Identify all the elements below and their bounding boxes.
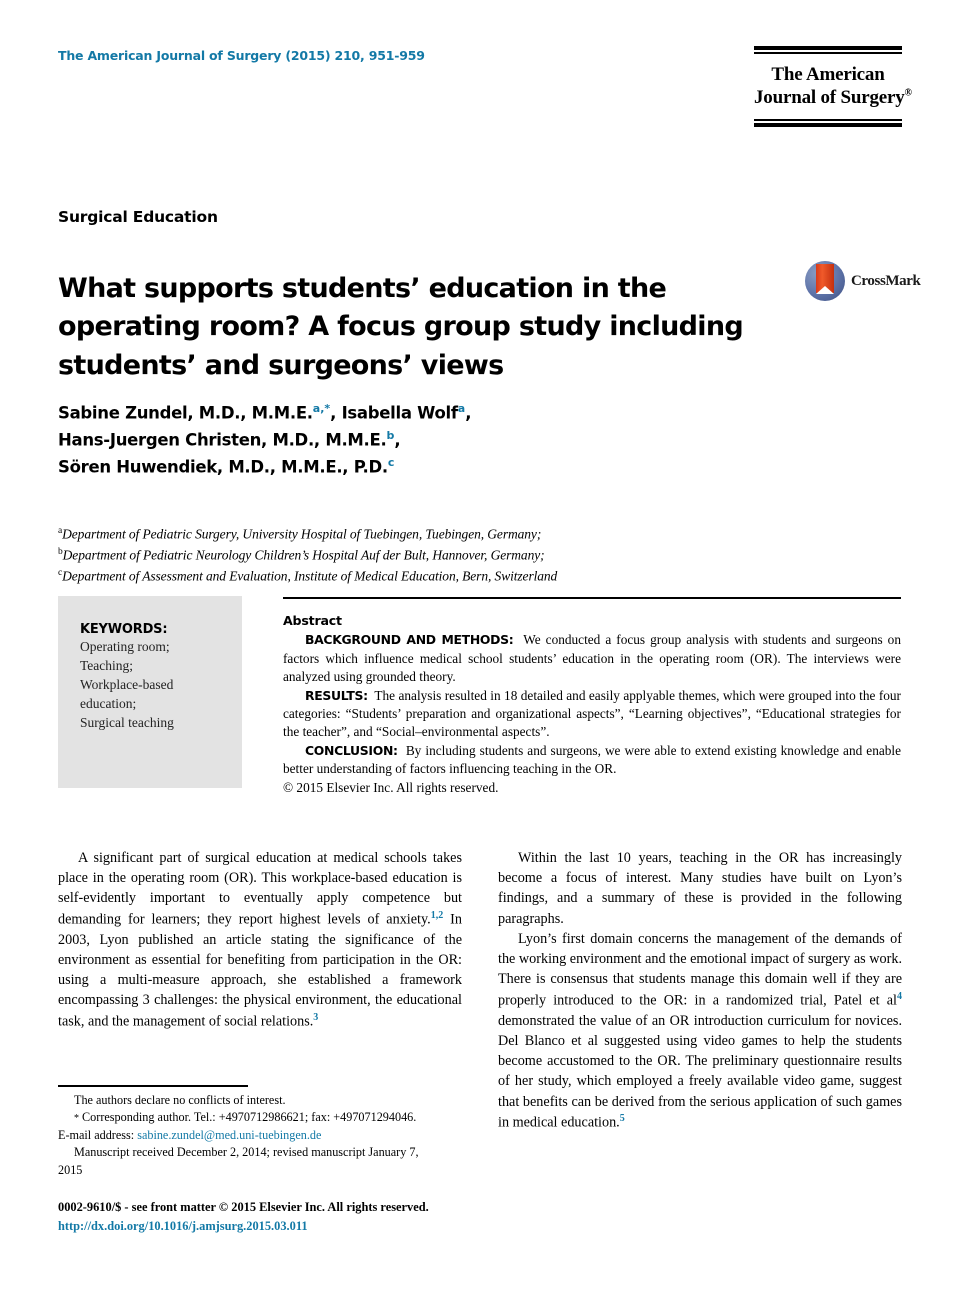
- crossmark-icon: [805, 261, 845, 301]
- author-line-3: Sören Huwendiek, M.D., M.M.E., P.D.c: [58, 454, 758, 481]
- author-sep-2: ,: [394, 430, 401, 450]
- footnotes: The authors declare no conflicts of inte…: [58, 1092, 462, 1179]
- abstract-top-rule: [283, 597, 901, 599]
- logo-title-line1: The American: [771, 64, 885, 85]
- author-affil-marker-a: a,: [312, 402, 325, 415]
- author-affil-marker-c: c: [387, 456, 395, 470]
- affiliation-item: bDepartment of Pediatric Neurology Child…: [58, 545, 778, 566]
- body-text: A significant part of surgical education…: [58, 850, 462, 928]
- logo-trademark: ®: [904, 87, 912, 99]
- logo-title: The American Journal of Surgery®: [754, 54, 912, 119]
- citation-ref[interactable]: 3: [313, 1012, 318, 1023]
- body-text: In 2003, Lyon published an article stati…: [58, 911, 462, 1030]
- keywords-heading: KEYWORDS:: [80, 622, 168, 637]
- email-link[interactable]: sabine.zundel@med.uni-tuebingen.de: [137, 1128, 321, 1142]
- author-name-3: Hans-Juergen Christen, M.D., M.M.E.: [58, 430, 387, 450]
- affiliation-item: aDepartment of Pediatric Surgery, Univer…: [58, 524, 778, 545]
- affiliation-text: Department of Assessment and Evaluation,…: [62, 568, 558, 584]
- affiliation-text: Department of Pediatric Neurology Childr…: [62, 547, 545, 563]
- abstract-copyright: © 2015 Elsevier Inc. All rights reserved…: [283, 779, 499, 795]
- keywords-list: Operating room; Teaching; Workplace-base…: [80, 639, 174, 730]
- footnote-manuscript-2: 2015: [58, 1162, 83, 1177]
- citation-ref[interactable]: 4: [897, 991, 902, 1002]
- crossmark-label: CrossMark: [851, 272, 921, 289]
- author-name-2: , Isabella Wolf: [330, 403, 458, 423]
- author-list: Sabine Zundel, M.D., M.M.E.a,*, Isabella…: [58, 400, 758, 482]
- journal-logo: The American Journal of Surgery®: [754, 46, 912, 128]
- abstract-background: BACKGROUND AND METHODS: We conducted a f…: [283, 631, 901, 686]
- email-label: E-mail address:: [58, 1127, 135, 1142]
- logo-rule-top: [754, 46, 902, 54]
- abstract-conclusion-label: CONCLUSION:: [305, 742, 398, 758]
- citation-ref[interactable]: 1,2: [431, 910, 444, 921]
- keywords-box: KEYWORDS: Operating room; Teaching; Work…: [58, 596, 242, 788]
- author-name-1: Sabine Zundel, M.D., M.M.E.: [58, 403, 313, 423]
- body-column-right: Within the last 10 years, teaching in th…: [498, 848, 902, 1133]
- citation-ref[interactable]: 5: [620, 1113, 625, 1124]
- footnote-rule: [58, 1085, 248, 1087]
- affiliation-item: cDepartment of Assessment and Evaluation…: [58, 566, 778, 587]
- affiliations: aDepartment of Pediatric Surgery, Univer…: [58, 524, 778, 587]
- footnote-manuscript: Manuscript received December 2, 2014; re…: [58, 1144, 462, 1161]
- body-paragraph: Within the last 10 years, teaching in th…: [498, 850, 902, 927]
- abstract-conclusion: CONCLUSION: By including students and su…: [283, 742, 901, 779]
- section-label: Surgical Education: [58, 208, 218, 226]
- author-line-2: Hans-Juergen Christen, M.D., M.M.E.b,: [58, 427, 758, 454]
- body-paragraph: Lyon’s first domain concerns the managem…: [498, 929, 902, 1133]
- abstract-results-label: RESULTS:: [305, 687, 368, 703]
- colophon: 0002-9610/$ - see front matter © 2015 El…: [58, 1198, 558, 1235]
- footnote-corresponding: * Corresponding author. Tel.: +497071298…: [58, 1109, 462, 1126]
- corresponding-star: *: [74, 1113, 79, 1125]
- logo-rule-bottom: [754, 119, 902, 128]
- footnote-conflicts: The authors declare no conflicts of inte…: [74, 1093, 286, 1107]
- article-first-page: The American Journal of Surgery (2015) 2…: [0, 0, 960, 1290]
- abstract-results: RESULTS: The analysis resulted in 18 det…: [283, 687, 901, 742]
- body-text: demonstrated the value of an OR introduc…: [498, 1012, 902, 1131]
- journal-reference: The American Journal of Surgery (2015) 2…: [58, 48, 425, 63]
- issn-line: 0002-9610/$ - see front matter © 2015 El…: [58, 1200, 429, 1214]
- page-title: What supports students’ education in the…: [58, 273, 744, 381]
- logo-title-line2: Journal of Surgery: [754, 87, 905, 109]
- corresponding-text: Corresponding author. Tel.: +49707129866…: [82, 1110, 417, 1125]
- body-column-left: A significant part of surgical education…: [58, 848, 462, 1032]
- crossmark-badge[interactable]: CrossMark: [805, 258, 921, 304]
- affiliation-text: Department of Pediatric Surgery, Univers…: [62, 526, 542, 542]
- doi-link[interactable]: http://dx.doi.org/10.1016/j.amjsurg.2015…: [58, 1219, 308, 1233]
- body-paragraph: A significant part of surgical education…: [58, 848, 462, 1032]
- abstract: Abstract BACKGROUND AND METHODS: We cond…: [283, 612, 901, 797]
- author-line-1: Sabine Zundel, M.D., M.M.E.a,*, Isabella…: [58, 400, 758, 427]
- abstract-results-text: The analysis resulted in 18 detailed and…: [283, 687, 901, 740]
- abstract-background-label: BACKGROUND AND METHODS:: [305, 632, 514, 648]
- author-name-4: Sören Huwendiek, M.D., M.M.E., P.D.: [58, 457, 388, 477]
- footnote-email: E-mail address: sabine.zundel@med.uni-tu…: [58, 1127, 462, 1144]
- abstract-heading: Abstract: [283, 613, 342, 628]
- body-text: Lyon’s first domain concerns the managem…: [498, 930, 902, 1009]
- manuscript-dates-1: Manuscript received December 2, 2014; re…: [74, 1145, 419, 1160]
- masthead: The American Journal of Surgery (2015) 2…: [58, 48, 618, 63]
- author-sep-1: ,: [465, 403, 472, 423]
